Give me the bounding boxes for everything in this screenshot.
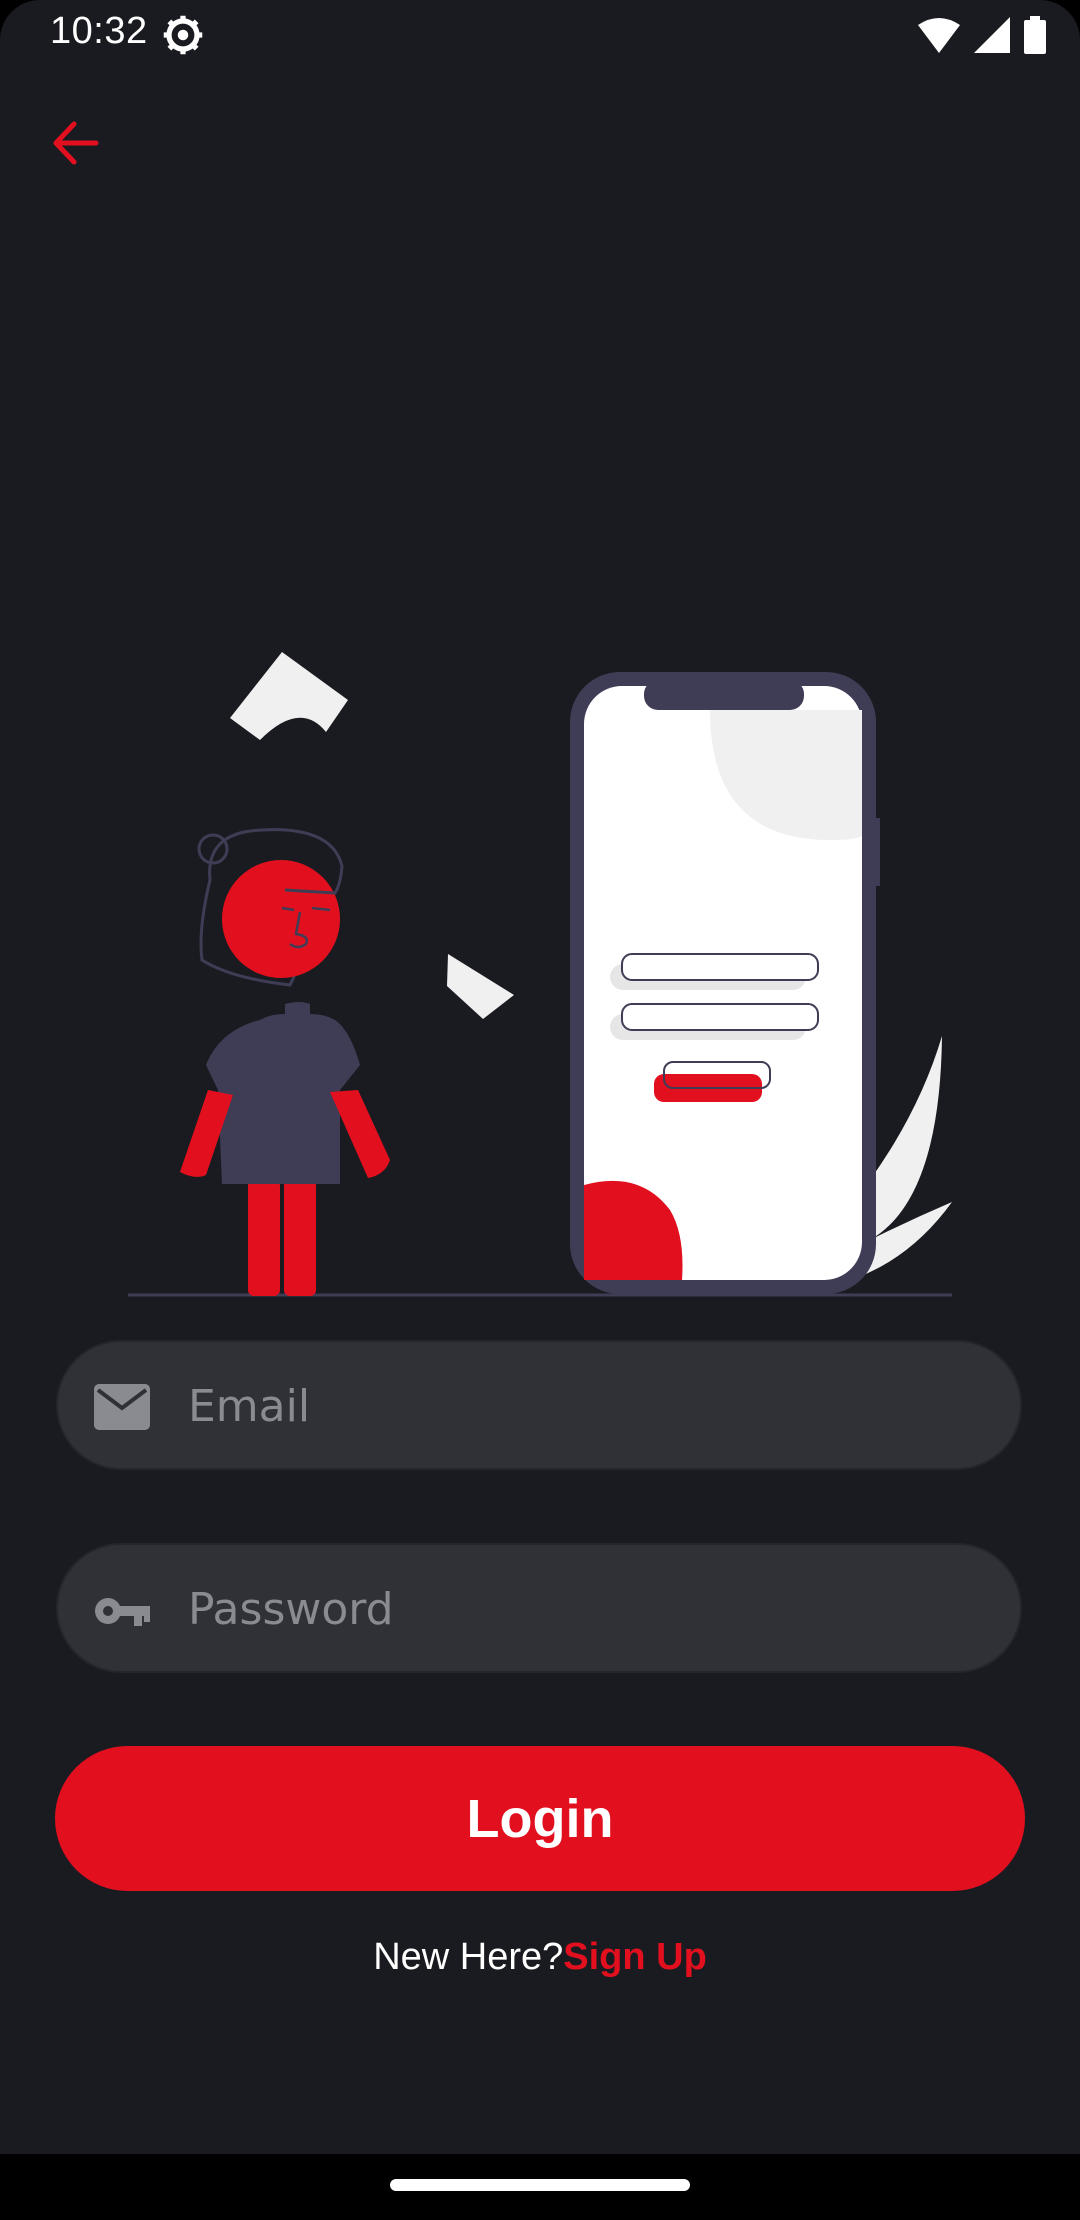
arrow-left-icon[interactable] (46, 112, 108, 174)
navigation-bar (0, 2154, 1080, 2220)
floating-shape (447, 954, 514, 1019)
floating-shape (230, 652, 348, 740)
password-field[interactable] (56, 1543, 1022, 1673)
status-bar: 10:32 (0, 0, 1080, 70)
status-time: 10:32 (50, 10, 148, 52)
battery-icon (1024, 16, 1046, 54)
screen-field (621, 1003, 819, 1031)
person-phone-login-illustration (128, 652, 952, 1297)
login-button[interactable]: Login (55, 1746, 1025, 1891)
phone-notch (644, 680, 804, 710)
envelope-icon (94, 1384, 150, 1430)
phone-side-button (874, 818, 880, 886)
person-head (222, 860, 340, 978)
signup-row: New Here?Sign Up (0, 1936, 1080, 1979)
email-input[interactable] (186, 1342, 990, 1470)
key-icon (95, 1598, 150, 1626)
email-field[interactable] (56, 1340, 1022, 1470)
login-screen: 10:32 Email Login New Here?Sign Up (0, 0, 1080, 2220)
screen-field (621, 953, 819, 981)
home-indicator[interactable] (390, 2179, 690, 2191)
person-leg (248, 1180, 280, 1296)
signal-icon (974, 17, 1010, 53)
gear-icon (163, 15, 203, 55)
person-leg (284, 1180, 316, 1296)
status-icons (918, 14, 1046, 56)
password-input[interactable] (186, 1545, 990, 1673)
wifi-icon (918, 18, 960, 53)
signup-prompt: New Here? (373, 1936, 564, 1978)
signup-link[interactable]: Sign Up (563, 1936, 707, 1978)
person-hair-bun (197, 833, 229, 865)
